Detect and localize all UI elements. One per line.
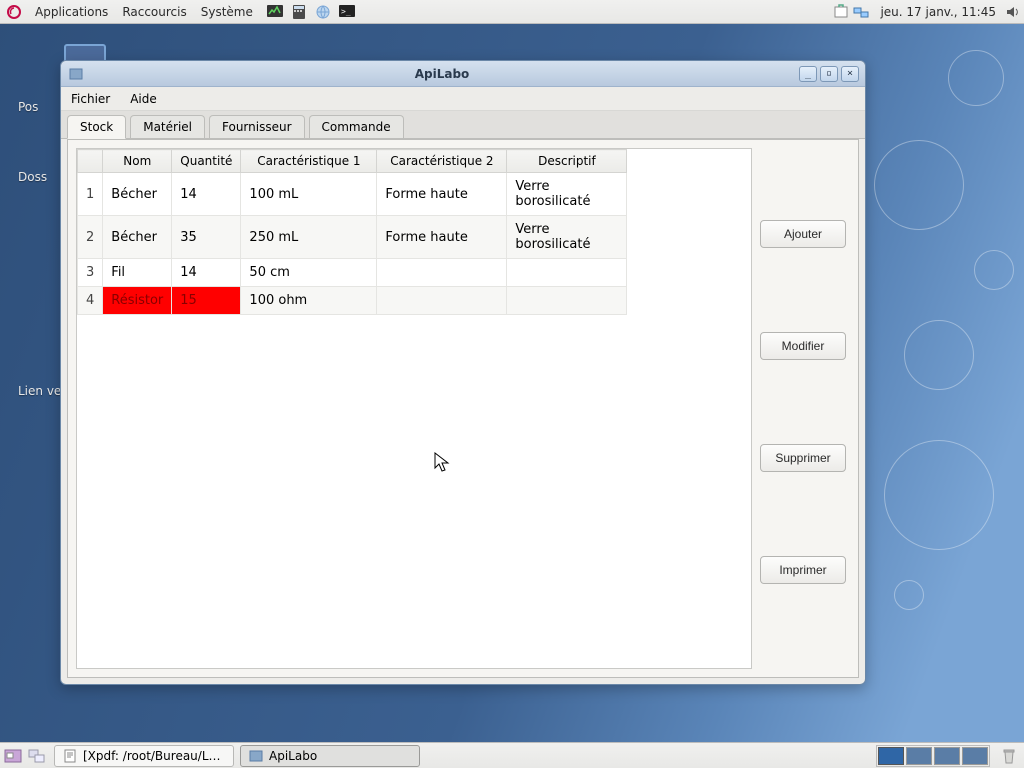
document-icon — [63, 749, 77, 763]
cell-c1[interactable]: 50 cm — [241, 259, 377, 287]
tab-strip: Stock Matériel Fournisseur Commande — [61, 111, 865, 139]
table-header-row: Nom Quantité Caractéristique 1 Caractéri… — [78, 150, 627, 173]
cell-c1[interactable]: 250 mL — [241, 216, 377, 259]
action-button-column: Ajouter Modifier Supprimer Imprimer — [760, 140, 858, 677]
table-row[interactable]: 2Bécher35250 mLForme hauteVerre borosili… — [78, 216, 627, 259]
table-row[interactable]: 1Bécher14100 mLForme hauteVerre borosili… — [78, 173, 627, 216]
cell-nom[interactable]: Résistor — [103, 287, 172, 315]
cell-nom[interactable]: Fil — [103, 259, 172, 287]
cell-desc[interactable]: Verre borosilicaté — [507, 216, 627, 259]
tab-materiel[interactable]: Matériel — [130, 115, 205, 138]
cell-c1[interactable]: 100 ohm — [241, 287, 377, 315]
top-panel: Applications Raccourcis Système >_ jeu. … — [0, 0, 1024, 24]
cell-qte[interactable]: 35 — [172, 216, 241, 259]
mouse-cursor-icon — [434, 452, 450, 474]
stock-table-container[interactable]: Nom Quantité Caractéristique 1 Caractéri… — [76, 148, 752, 669]
system-menu[interactable]: Système — [194, 0, 260, 24]
tray-icon[interactable] — [832, 3, 850, 21]
col-qte[interactable]: Quantité — [172, 150, 241, 173]
cell-c2[interactable]: Forme haute — [377, 216, 507, 259]
cell-qte[interactable]: 15 — [172, 287, 241, 315]
cell-qte[interactable]: 14 — [172, 259, 241, 287]
terminal-icon[interactable]: >_ — [336, 2, 358, 22]
desktop-label: Pos — [18, 100, 61, 114]
table-row[interactable]: 4Résistor15100 ohm — [78, 287, 627, 315]
maximize-button[interactable]: ▫ — [820, 66, 838, 82]
wallpaper-bubbles — [864, 20, 1024, 720]
tab-content: Nom Quantité Caractéristique 1 Caractéri… — [67, 139, 859, 678]
menu-file[interactable]: Fichier — [61, 88, 120, 110]
cell-c2[interactable] — [377, 259, 507, 287]
cell-nom[interactable]: Bécher — [103, 216, 172, 259]
stock-table[interactable]: Nom Quantité Caractéristique 1 Caractéri… — [77, 149, 627, 315]
tab-stock[interactable]: Stock — [67, 115, 126, 139]
workspace-3[interactable] — [934, 747, 960, 765]
show-desktop-icon[interactable] — [2, 745, 24, 767]
bottom-panel: [Xpdf: /root/Bureau/L… ApiLabo — [0, 742, 1024, 768]
close-button[interactable]: × — [841, 66, 859, 82]
desktop-label: Doss — [18, 170, 61, 184]
delete-button[interactable]: Supprimer — [760, 444, 846, 472]
desktop-label: Lien ve — [18, 384, 61, 398]
applications-menu[interactable]: Applications — [28, 0, 115, 24]
cell-desc[interactable] — [507, 287, 627, 315]
window-title: ApiLabo — [91, 67, 793, 81]
cell-rownum[interactable]: 3 — [78, 259, 103, 287]
debian-logo-icon[interactable] — [0, 0, 28, 24]
col-rownum[interactable] — [78, 150, 103, 173]
svg-text:>_: >_ — [341, 7, 351, 16]
calculator-icon[interactable] — [288, 2, 310, 22]
apilabo-window: ApiLabo _ ▫ × Fichier Aide Stock Matérie… — [60, 60, 866, 685]
cell-rownum[interactable]: 2 — [78, 216, 103, 259]
desktop-icon-labels: Pos Doss Lien ve — [18, 100, 61, 454]
cell-nom[interactable]: Bécher — [103, 173, 172, 216]
tab-commande[interactable]: Commande — [309, 115, 404, 138]
title-bar[interactable]: ApiLabo _ ▫ × — [61, 61, 865, 87]
workspace-2[interactable] — [906, 747, 932, 765]
network-icon[interactable] — [852, 3, 870, 21]
cell-rownum[interactable]: 4 — [78, 287, 103, 315]
volume-icon[interactable] — [1002, 5, 1024, 19]
task-button-apilabo[interactable]: ApiLabo — [240, 745, 420, 767]
shortcuts-menu[interactable]: Raccourcis — [115, 0, 193, 24]
task-label: [Xpdf: /root/Bureau/L… — [83, 749, 221, 763]
window-list-icon[interactable] — [26, 745, 48, 767]
trash-icon[interactable] — [998, 745, 1020, 767]
task-button-xpdf[interactable]: [Xpdf: /root/Bureau/L… — [54, 745, 234, 767]
add-button[interactable]: Ajouter — [760, 220, 846, 248]
globe-icon[interactable] — [312, 2, 334, 22]
col-c2[interactable]: Caractéristique 2 — [377, 150, 507, 173]
task-label: ApiLabo — [269, 749, 317, 763]
menu-help[interactable]: Aide — [120, 88, 167, 110]
system-tray — [828, 3, 874, 21]
workspace-1[interactable] — [878, 747, 904, 765]
cell-c1[interactable]: 100 mL — [241, 173, 377, 216]
minimize-button[interactable]: _ — [799, 66, 817, 82]
cell-qte[interactable]: 14 — [172, 173, 241, 216]
cell-desc[interactable]: Verre borosilicaté — [507, 173, 627, 216]
edit-button[interactable]: Modifier — [760, 332, 846, 360]
tab-fournisseur[interactable]: Fournisseur — [209, 115, 305, 138]
menu-bar: Fichier Aide — [61, 87, 865, 111]
table-row[interactable]: 3Fil1450 cm — [78, 259, 627, 287]
col-desc[interactable]: Descriptif — [507, 150, 627, 173]
window-icon — [61, 67, 91, 81]
print-button[interactable]: Imprimer — [760, 556, 846, 584]
workspace-4[interactable] — [962, 747, 988, 765]
cell-c2[interactable]: Forme haute — [377, 173, 507, 216]
window-icon — [249, 749, 263, 763]
workspace-switcher[interactable] — [876, 745, 990, 767]
col-c1[interactable]: Caractéristique 1 — [241, 150, 377, 173]
col-nom[interactable]: Nom — [103, 150, 172, 173]
clock[interactable]: jeu. 17 janv., 11:45 — [874, 5, 1002, 19]
launcher-area: >_ — [260, 2, 362, 22]
cell-c2[interactable] — [377, 287, 507, 315]
monitor-icon[interactable] — [264, 2, 286, 22]
cell-desc[interactable] — [507, 259, 627, 287]
cell-rownum[interactable]: 1 — [78, 173, 103, 216]
